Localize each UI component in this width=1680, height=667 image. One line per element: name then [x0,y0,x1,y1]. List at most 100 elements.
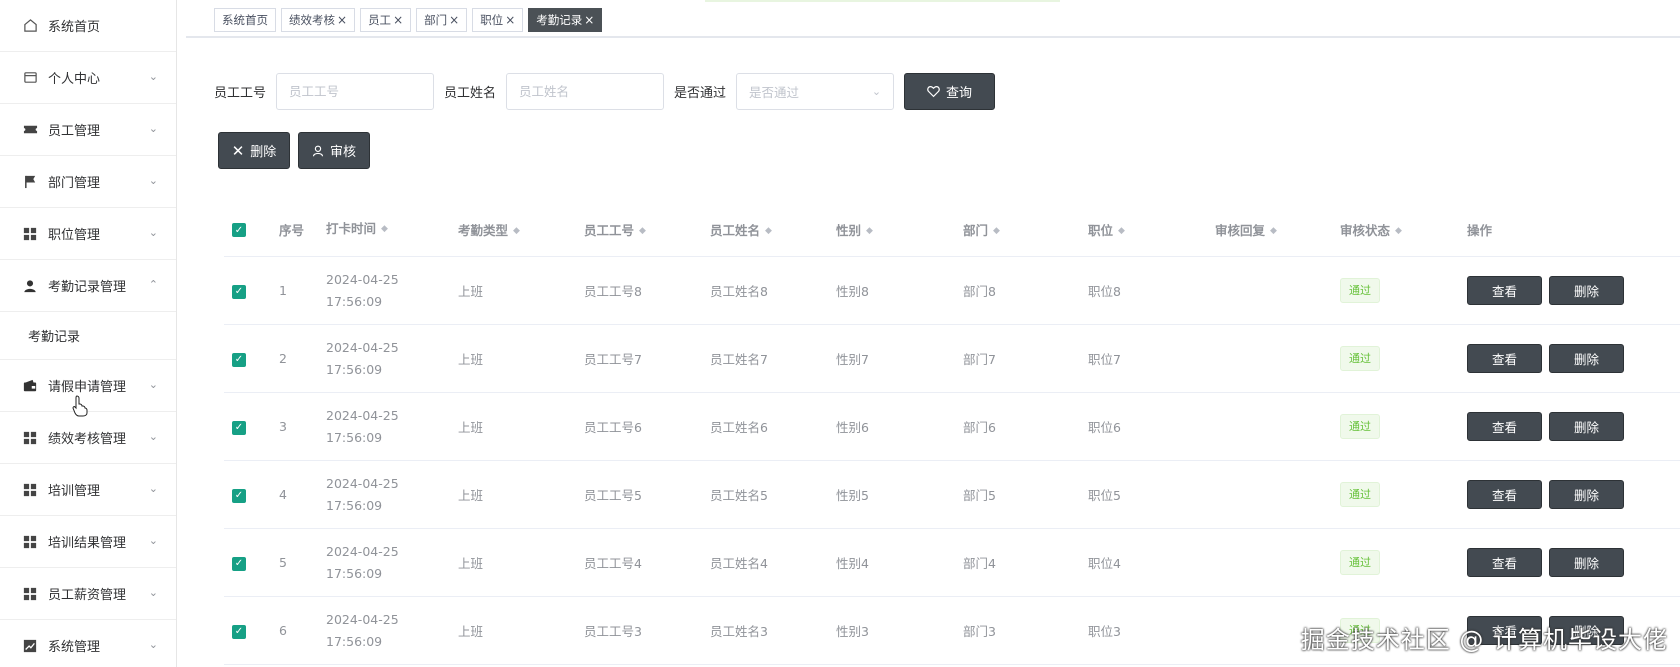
tab-employee[interactable]: 员工 × [360,8,412,32]
tab-performance[interactable]: 绩效考核 × [281,8,356,32]
tab-label: 考勤记录 [536,13,583,27]
row-checkbox[interactable]: ✓ [232,556,246,571]
flag-icon [22,174,38,190]
close-icon[interactable]: × [584,13,594,27]
tab-label: 部门 [424,13,448,27]
header-emp-name[interactable]: 员工姓名 ◆ [710,220,836,239]
cell-pos: 职位8 [1088,284,1121,299]
watermark: 掘金技术社区 @ 计算机毕设大佬 [1300,626,1668,654]
passed-label: 是否通过 [674,86,727,101]
sidebar-item-position[interactable]: 职位管理 ⌄ [0,208,176,260]
header-type[interactable]: 考勤类型 ◆ [458,220,584,239]
attendance-table: ✓ 序号 打卡时间 ◆ 考勤类型 ◆ 员工工号 ◆ 员工姓名 ◆ 性别 ◆ 部门 ◆ 职位 ◆… [224,202,1680,665]
sort-icon: ◆ [1270,226,1277,236]
sidebar-item-system[interactable]: 系统管理 ⌄ [0,620,176,667]
tab-attendance-record[interactable]: 考勤记录 × [528,8,603,32]
sidebar-item-training-result[interactable]: 培训结果管理 ⌄ [0,516,176,568]
audit-button[interactable]: 审核 [298,132,370,169]
cell-emp-name: 员工姓名8 [710,284,768,299]
close-icon[interactable]: × [337,13,347,27]
close-icon[interactable]: × [449,13,459,27]
sort-icon: ◆ [381,224,388,235]
delete-button[interactable]: 删除 [1549,276,1624,305]
sort-icon: ◆ [765,226,772,236]
delete-button[interactable]: 删除 [1549,480,1624,509]
row-checkbox[interactable]: ✓ [232,624,246,639]
header-status[interactable]: 审核状态 ◆ [1340,220,1467,239]
view-button[interactable]: 查看 [1467,276,1542,305]
tab-department[interactable]: 部门 × [416,8,468,32]
cell-type: 上班 [458,624,484,639]
cell-sex: 性别3 [836,624,869,639]
tab-home[interactable]: 系统首页 [214,8,276,32]
cell-dept: 部门3 [963,624,996,639]
view-button[interactable]: 查看 [1467,344,1542,373]
select-all-checkbox[interactable]: ✓ [232,223,246,238]
header-reply[interactable]: 审核回复 ◆ [1215,220,1340,239]
sidebar-item-training[interactable]: 培训管理 ⌄ [0,464,176,516]
cell-emp-no: 员工工号3 [584,624,642,639]
sidebar-subitem-attendance-record[interactable]: 考勤记录 [0,312,176,360]
cell-time: 2024-04-25 17:56:09 [326,271,399,309]
cell-emp-name: 员工姓名4 [710,556,768,571]
sidebar-item-label: 培训管理 [48,484,101,499]
view-button[interactable]: 查看 [1467,548,1542,577]
row-checkbox[interactable]: ✓ [232,420,246,435]
cell-sex: 性别7 [836,352,869,367]
cell-time: 2024-04-25 17:56:09 [326,475,399,513]
sidebar-item-home[interactable]: 系统首页 [0,0,176,52]
sidebar-item-performance[interactable]: 绩效考核管理 ⌄ [0,412,176,464]
cell-sex: 性别8 [836,284,869,299]
sidebar-item-employee[interactable]: 员工管理 ⌄ [0,104,176,156]
cell-dept: 部门5 [963,488,996,503]
table-row: ✓ 3 2024-04-25 17:56:09 上班 员工工号6 员工姓名6 性别6 部门6 职… [224,393,1680,461]
header-emp-no[interactable]: 员工工号 ◆ [584,220,710,239]
delete-button[interactable]: 删除 [1549,548,1624,577]
table-row: ✓ 4 2024-04-25 17:56:09 上班 员工工号5 员工姓名5 性别5 部门5 职… [224,461,1680,529]
sidebar-item-label: 员工薪资管理 [48,588,127,603]
row-checkbox[interactable]: ✓ [232,352,246,367]
sidebar-item-label: 请假申请管理 [48,380,127,395]
emp-name-label: 员工姓名 [444,86,497,101]
batch-delete-button[interactable]: ✕ 删除 [218,132,290,169]
search-form: 员工工号 员工姓名 是否通过 是否通过 ⌄ 查询 [214,73,996,110]
status-badge: 通过 [1340,346,1380,371]
header-ops: 操作 [1467,222,1493,238]
header-dept[interactable]: 部门 ◆ [963,220,1088,239]
emp-name-input[interactable] [506,73,665,110]
header-label: 部门 [963,222,989,238]
cell-emp-no: 员工工号7 [584,352,642,367]
close-icon[interactable]: × [393,13,403,27]
close-icon[interactable]: × [505,13,515,27]
cell-type: 上班 [458,284,484,299]
header-pos[interactable]: 职位 ◆ [1088,220,1215,239]
passed-select[interactable]: 是否通过 ⌄ [736,73,895,110]
query-button[interactable]: 查询 [904,73,996,110]
row-checkbox[interactable]: ✓ [232,284,246,299]
header-time[interactable]: 打卡时间 ◆ [326,218,458,241]
sidebar-item-salary[interactable]: 员工薪资管理 ⌄ [0,568,176,620]
tab-position[interactable]: 职位 × [472,8,524,32]
view-button[interactable]: 查看 [1467,412,1542,441]
delete-button[interactable]: 删除 [1549,344,1624,373]
status-badge: 通过 [1340,550,1380,575]
header-sex[interactable]: 性别 ◆ [836,220,963,239]
delete-button[interactable]: 删除 [1549,412,1624,441]
sidebar-item-label: 系统首页 [48,20,101,35]
header-label: 考勤类型 [458,222,509,238]
sidebar-item-leave[interactable]: 请假申请管理 ⌄ [0,360,176,412]
sort-icon: ◆ [1395,226,1402,236]
row-checkbox[interactable]: ✓ [232,488,246,503]
sidebar-item-label: 绩效考核管理 [48,432,127,447]
header-label: 员工工号 [584,222,635,238]
cell-index: 5 [279,555,287,570]
sort-icon: ◆ [513,226,520,236]
sidebar-item-department[interactable]: 部门管理 ⌄ [0,156,176,208]
sort-icon: ◆ [866,226,873,236]
sidebar-item-attendance[interactable]: 考勤记录管理 ⌃ [0,260,176,312]
emp-no-input[interactable] [276,73,435,110]
view-button[interactable]: 查看 [1467,480,1542,509]
sidebar-item-personal-center[interactable]: 个人中心 ⌄ [0,52,176,104]
tab-label: 绩效考核 [289,13,335,27]
cell-pos: 职位7 [1088,352,1121,367]
